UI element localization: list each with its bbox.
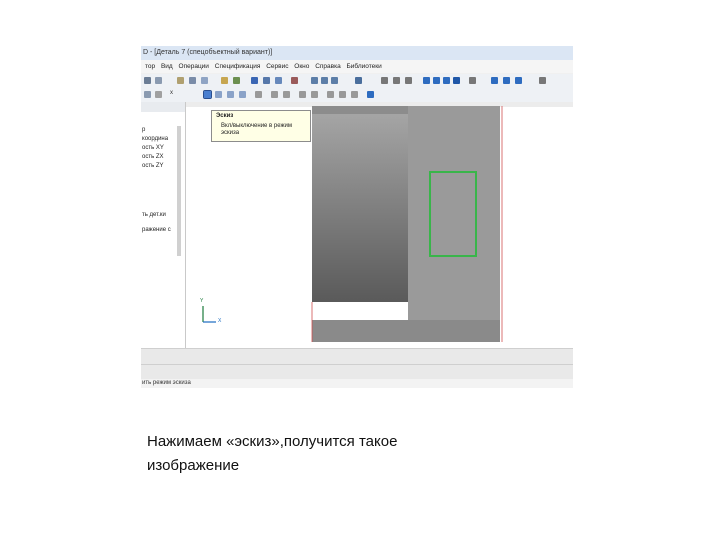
status-bar: ить режим эскиза — [141, 379, 573, 388]
tree-icon[interactable] — [263, 77, 270, 84]
rib-icon[interactable] — [311, 91, 318, 98]
tree-scrollbar[interactable] — [177, 126, 181, 256]
shell-icon[interactable] — [327, 91, 334, 98]
hole-icon[interactable] — [299, 91, 306, 98]
grid-icon[interactable] — [515, 77, 522, 84]
orient-icon[interactable] — [405, 77, 412, 84]
properties-icon[interactable] — [251, 77, 258, 84]
zoom-out-icon[interactable] — [321, 77, 328, 84]
shaded-edges-icon[interactable] — [453, 77, 460, 84]
menu-item-operations[interactable]: Операции — [179, 63, 209, 70]
wireframe-icon[interactable] — [423, 77, 430, 84]
slide-caption: Нажимаем «эскиз»,получится такое изображ… — [147, 430, 527, 478]
filter-icon[interactable] — [491, 77, 498, 84]
variables-icon[interactable] — [275, 77, 282, 84]
copy-icon[interactable] — [189, 77, 196, 84]
axis-y-label: Y — [200, 298, 204, 304]
pan-icon[interactable] — [393, 77, 400, 84]
menu-item-window[interactable]: Окно — [294, 63, 309, 70]
standard-toolbar — [141, 74, 573, 89]
snap-icon[interactable] — [503, 77, 510, 84]
paste-icon[interactable] — [201, 77, 208, 84]
menu-item-service[interactable]: Сервис — [266, 63, 288, 70]
part-front-face — [312, 106, 408, 302]
tooltip-text: Вкл/выключение в режим эскиза — [221, 123, 293, 136]
menu-bar: тор Вид Операции Спецификация Сервис Окн… — [141, 60, 573, 73]
menu-item-tools[interactable]: тор — [145, 63, 155, 70]
kompas-screenshot: D - [Деталь 7 (спецобъектный вариант)] т… — [141, 46, 573, 388]
redo-icon[interactable] — [233, 77, 240, 84]
cut-extrude-icon[interactable] — [255, 91, 262, 98]
undo-icon[interactable] — [221, 77, 228, 84]
hidden-lines-icon[interactable] — [433, 77, 440, 84]
menu-item-view[interactable]: Вид — [161, 63, 173, 70]
caption-line-1: Нажимаем «эскиз»,получится такое — [147, 433, 398, 450]
save-icon[interactable] — [144, 77, 151, 84]
new-icon[interactable] — [155, 77, 162, 84]
shaded-icon[interactable] — [443, 77, 450, 84]
part-base — [312, 320, 500, 342]
sidebar-close-icon[interactable]: x — [170, 90, 173, 96]
chamfer-icon[interactable] — [283, 91, 290, 98]
caption-line-2: изображение — [147, 457, 240, 474]
scale-icon[interactable] — [355, 77, 362, 84]
list-icon[interactable] — [155, 91, 162, 98]
menu-item-specification[interactable]: Спецификация — [215, 63, 261, 70]
help-icon[interactable] — [539, 77, 546, 84]
command-panel — [141, 364, 573, 379]
tooltip-title: Эскиз — [216, 113, 234, 119]
window-title: D - [Деталь 7 (спецобъектный вариант)] — [141, 46, 573, 60]
extrude-icon[interactable] — [215, 91, 222, 98]
loft-icon[interactable] — [239, 91, 246, 98]
sketch-icon[interactable] — [203, 90, 212, 99]
menu-item-help[interactable]: Справка — [315, 63, 341, 70]
tree-mode-icon[interactable] — [144, 91, 151, 98]
edit-toolbar: x — [141, 88, 573, 103]
cut-icon[interactable] — [177, 77, 184, 84]
plane-icon[interactable] — [367, 91, 374, 98]
part-side-face — [408, 106, 500, 322]
array-icon[interactable] — [351, 91, 358, 98]
rotate-icon[interactable] — [381, 77, 388, 84]
perspective-icon[interactable] — [469, 77, 476, 84]
menu-item-libraries[interactable]: Библиотеки — [347, 63, 382, 70]
properties-panel — [141, 348, 573, 365]
model-tree-panel: р координа ость XY ость ZX ость ZY ть де… — [141, 102, 186, 348]
measure-icon[interactable] — [291, 77, 298, 84]
fillet-icon[interactable] — [271, 91, 278, 98]
zoom-window-icon[interactable] — [331, 77, 338, 84]
mirror-icon[interactable] — [339, 91, 346, 98]
revolve-icon[interactable] — [227, 91, 234, 98]
tree-header — [141, 102, 185, 112]
axis-x-label: X — [218, 318, 222, 324]
sketch-tooltip: Эскиз Вкл/выключение в режим эскиза — [211, 110, 311, 142]
zoom-in-icon[interactable] — [311, 77, 318, 84]
part-top-edge — [312, 106, 408, 114]
